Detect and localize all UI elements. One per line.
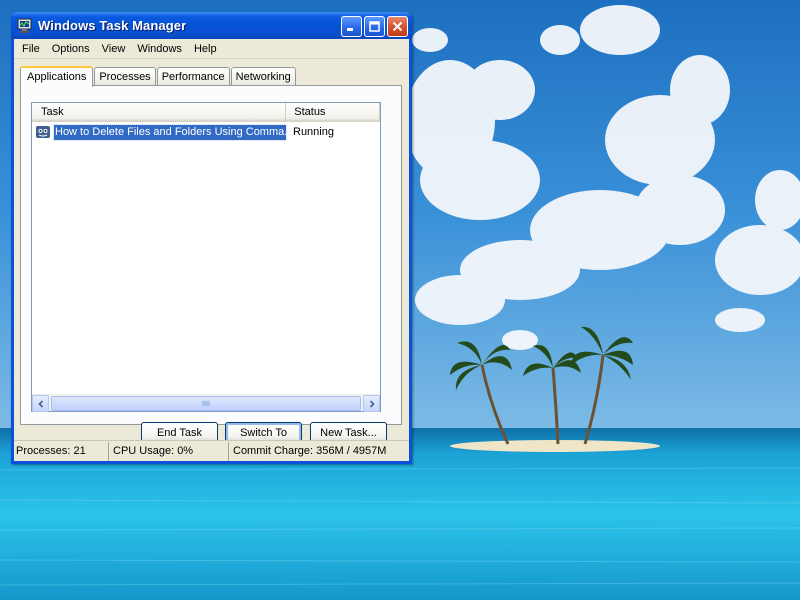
task-manager-icon bbox=[17, 18, 33, 34]
application-icon bbox=[35, 124, 51, 140]
scroll-left-button[interactable] bbox=[32, 395, 49, 412]
tab-performance[interactable]: Performance bbox=[156, 67, 230, 86]
tab-networking[interactable]: Networking bbox=[230, 67, 296, 86]
tab-applications[interactable]: Applications bbox=[20, 66, 94, 87]
task-name: How to Delete Files and Folders Using Co… bbox=[53, 123, 287, 141]
task-list[interactable]: Task Status How to Delete Files and Fold… bbox=[31, 102, 381, 412]
column-header-status[interactable]: Status bbox=[286, 103, 380, 122]
end-task-label: End Task bbox=[156, 427, 203, 439]
window-client-area: File Options View Windows Help Applicati… bbox=[14, 39, 409, 461]
grip-icon bbox=[202, 401, 210, 406]
status-commit-charge: Commit Charge: 356M / 4957M bbox=[233, 444, 387, 457]
minimize-button[interactable] bbox=[341, 16, 362, 37]
maximize-icon bbox=[369, 21, 380, 32]
tab-processes[interactable]: Processes bbox=[94, 67, 156, 86]
list-header: Task Status bbox=[32, 103, 380, 122]
title-bar[interactable]: Windows Task Manager bbox=[11, 12, 412, 39]
minimize-icon bbox=[347, 28, 353, 31]
list-body: How to Delete Files and Folders Using Co… bbox=[32, 122, 380, 392]
menu-view[interactable]: View bbox=[96, 40, 132, 58]
status-processes: Processes: 21 bbox=[14, 441, 109, 461]
menu-file[interactable]: File bbox=[16, 40, 46, 58]
close-button[interactable] bbox=[387, 16, 408, 37]
menu-options[interactable]: Options bbox=[46, 40, 96, 58]
switch-to-label: Switch To bbox=[240, 427, 287, 439]
column-header-task[interactable]: Task bbox=[32, 103, 287, 122]
menu-help[interactable]: Help bbox=[188, 40, 223, 58]
task-status: Running bbox=[293, 126, 334, 138]
menu-bar: File Options View Windows Help bbox=[14, 39, 409, 59]
horizontal-scrollbar[interactable] bbox=[32, 394, 380, 412]
list-item[interactable]: How to Delete Files and Folders Using Co… bbox=[32, 123, 334, 141]
tab-strip: Applications Processes Performance Netwo… bbox=[20, 65, 297, 87]
task-manager-window[interactable]: Windows Task Manager File Options View W… bbox=[11, 12, 412, 464]
scroll-thumb[interactable] bbox=[51, 396, 361, 411]
window-title: Windows Task Manager bbox=[38, 18, 187, 33]
status-bar: Processes: 21 CPU Usage: 0% Commit Charg… bbox=[14, 440, 409, 461]
new-task-label: New Task... bbox=[320, 427, 377, 439]
menu-windows[interactable]: Windows bbox=[131, 40, 188, 58]
status-cpu-usage: CPU Usage: 0% bbox=[109, 441, 229, 461]
chevron-left-icon bbox=[37, 399, 43, 408]
maximize-button[interactable] bbox=[364, 16, 385, 37]
close-icon bbox=[392, 21, 403, 32]
chevron-right-icon bbox=[369, 399, 375, 408]
scroll-right-button[interactable] bbox=[363, 395, 380, 412]
